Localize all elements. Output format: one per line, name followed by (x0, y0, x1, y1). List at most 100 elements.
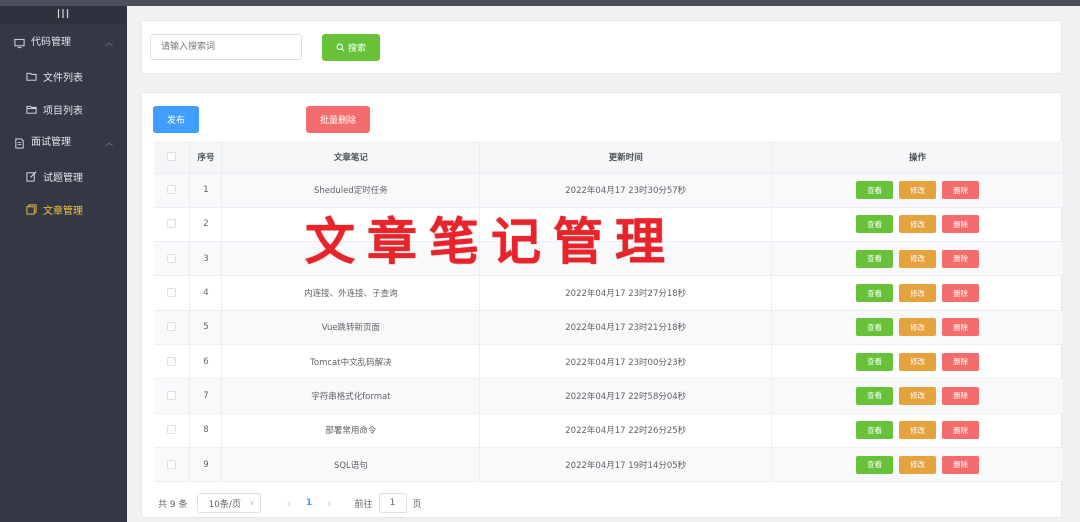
table-row: 7 字符串格式化format 2022年04月17 22时58分04秒 查看 修改 删除 (154, 378, 1064, 414)
delete-button[interactable]: 删除 (942, 181, 980, 200)
row-select-cell (154, 310, 191, 345)
select-all-cell (154, 141, 191, 174)
view-button[interactable]: 查看 (856, 318, 894, 337)
row-actions: 查看 修改 删除 (771, 207, 1064, 243)
row-title: Sheduled定时任务 (221, 173, 481, 208)
search-panel: 搜索 (141, 20, 1062, 74)
edit-button[interactable]: 修改 (899, 386, 937, 405)
document-icon (15, 137, 24, 149)
row-checkbox[interactable] (167, 253, 177, 263)
row-checkbox[interactable] (167, 356, 177, 366)
delete-button[interactable]: 删除 (942, 386, 980, 405)
menu-group-interview-management[interactable]: 面试管理 ︿ (0, 126, 127, 160)
sidebar-item-label: 试题管理 (43, 173, 83, 184)
monitor-icon (14, 38, 25, 48)
sidebar-item-project-list[interactable]: 项目列表 (0, 93, 127, 126)
search-icon (336, 43, 345, 52)
row-actions: 查看 修改 删除 (771, 447, 1064, 483)
column-header-actions: 操作 (771, 141, 1064, 174)
pagination-total: 共 9 条 (158, 499, 188, 510)
row-checkbox[interactable] (167, 390, 177, 400)
column-header-no: 序号 (189, 141, 223, 174)
sidebar-item-label: 文章管理 (43, 206, 83, 217)
row-select-cell (154, 447, 191, 483)
row-number: 5 (189, 310, 223, 345)
row-update-time: 2022年04月17 23时21分18秒 (479, 310, 773, 345)
sidebar-item-article-management[interactable]: 文章管理 (0, 193, 127, 226)
sidebar-item-label: 文件列表 (43, 73, 83, 84)
row-update-time: 2022年04月17 19时14分05秒 (479, 447, 773, 483)
view-button[interactable]: 查看 (856, 284, 894, 303)
page-number-current[interactable]: 1 (306, 498, 312, 508)
menu-group-code-management[interactable]: 代码管理 ︿ (0, 26, 127, 60)
row-actions: 查看 修改 删除 (771, 413, 1064, 448)
menu-group-label: 代码管理 (31, 37, 71, 48)
edit-button[interactable]: 修改 (899, 284, 937, 303)
row-number: 2 (189, 207, 223, 243)
delete-button[interactable]: 删除 (942, 284, 980, 303)
row-actions: 查看 修改 删除 (771, 275, 1064, 311)
batch-delete-button[interactable]: 批量删除 (306, 106, 370, 133)
view-button[interactable]: 查看 (856, 352, 894, 371)
sidebar-collapse-toggle[interactable]: III (0, 6, 127, 24)
row-checkbox[interactable] (167, 219, 177, 229)
edit-button[interactable]: 修改 (899, 421, 937, 440)
row-checkbox[interactable] (167, 185, 177, 195)
delete-button[interactable]: 删除 (942, 249, 980, 268)
view-button[interactable]: 查看 (856, 215, 894, 234)
edit-button[interactable]: 修改 (899, 318, 937, 337)
row-update-time: 2022年04月17 23时00分23秒 (479, 344, 773, 380)
folder-open-icon (26, 105, 37, 114)
prev-page-button[interactable]: ‹ (286, 497, 290, 510)
article-table: 序号 文章笔记 更新时间 操作 1 Sheduled定时任务 2022年04月17 … (154, 141, 1064, 483)
edit-button[interactable]: 修改 (899, 352, 937, 371)
delete-button[interactable]: 删除 (942, 421, 980, 440)
chevron-down-icon: ∨ (249, 499, 255, 507)
select-all-checkbox[interactable] (167, 151, 177, 161)
edit-button[interactable]: 修改 (899, 181, 937, 200)
sidebar-item-question-management[interactable]: 试题管理 (0, 160, 127, 193)
goto-page-input[interactable]: 1 (378, 493, 407, 513)
search-button-label: 搜索 (347, 44, 366, 54)
view-button[interactable]: 查看 (856, 386, 894, 405)
view-button[interactable]: 查看 (856, 421, 894, 440)
delete-button[interactable]: 删除 (942, 318, 980, 337)
edit-button[interactable]: 修改 (899, 215, 937, 234)
row-checkbox[interactable] (167, 425, 177, 435)
row-actions: 查看 修改 删除 (771, 173, 1064, 208)
edit-icon (26, 171, 37, 182)
row-title: 内连接、外连接、子查询 (221, 275, 481, 311)
column-header-title: 文章笔记 (221, 141, 481, 174)
row-number: 7 (189, 378, 223, 414)
row-actions: 查看 修改 删除 (771, 241, 1064, 277)
next-page-button[interactable]: › (327, 497, 331, 510)
sidebar-item-file-list[interactable]: 文件列表 (0, 60, 127, 93)
row-number: 3 (189, 241, 223, 277)
view-button[interactable]: 查看 (856, 181, 894, 200)
row-select-cell (154, 378, 191, 414)
delete-button[interactable]: 删除 (942, 215, 980, 234)
table-row: 9 SQL语句 2022年04月17 19时14分05秒 查看 修改 删除 (154, 447, 1064, 483)
row-title: 字符串格式化format (221, 378, 481, 414)
article-table-panel: 发布 批量删除 序号 文章笔记 更新时间 操作 1 Sheduled定时任务 202… (141, 92, 1064, 518)
search-input[interactable] (150, 34, 302, 60)
edit-button[interactable]: 修改 (899, 249, 937, 268)
row-checkbox[interactable] (167, 459, 177, 469)
edit-button[interactable]: 修改 (899, 455, 937, 474)
search-button[interactable]: 搜索 (322, 34, 380, 61)
view-button[interactable]: 查看 (856, 455, 894, 474)
copy-icon (26, 204, 37, 215)
row-select-cell (154, 275, 191, 311)
row-actions: 查看 修改 删除 (771, 310, 1064, 345)
row-number: 9 (189, 447, 223, 483)
row-checkbox[interactable] (167, 322, 177, 332)
delete-button[interactable]: 删除 (942, 455, 980, 474)
row-checkbox[interactable] (167, 288, 177, 298)
publish-button[interactable]: 发布 (153, 106, 199, 133)
row-title: 部署常用命令 (221, 413, 481, 448)
row-number: 4 (189, 275, 223, 311)
row-title: SQL语句 (221, 447, 481, 483)
delete-button[interactable]: 删除 (942, 352, 980, 371)
page-size-select[interactable]: 10条/页 ∨ (197, 493, 262, 513)
view-button[interactable]: 查看 (856, 249, 894, 268)
